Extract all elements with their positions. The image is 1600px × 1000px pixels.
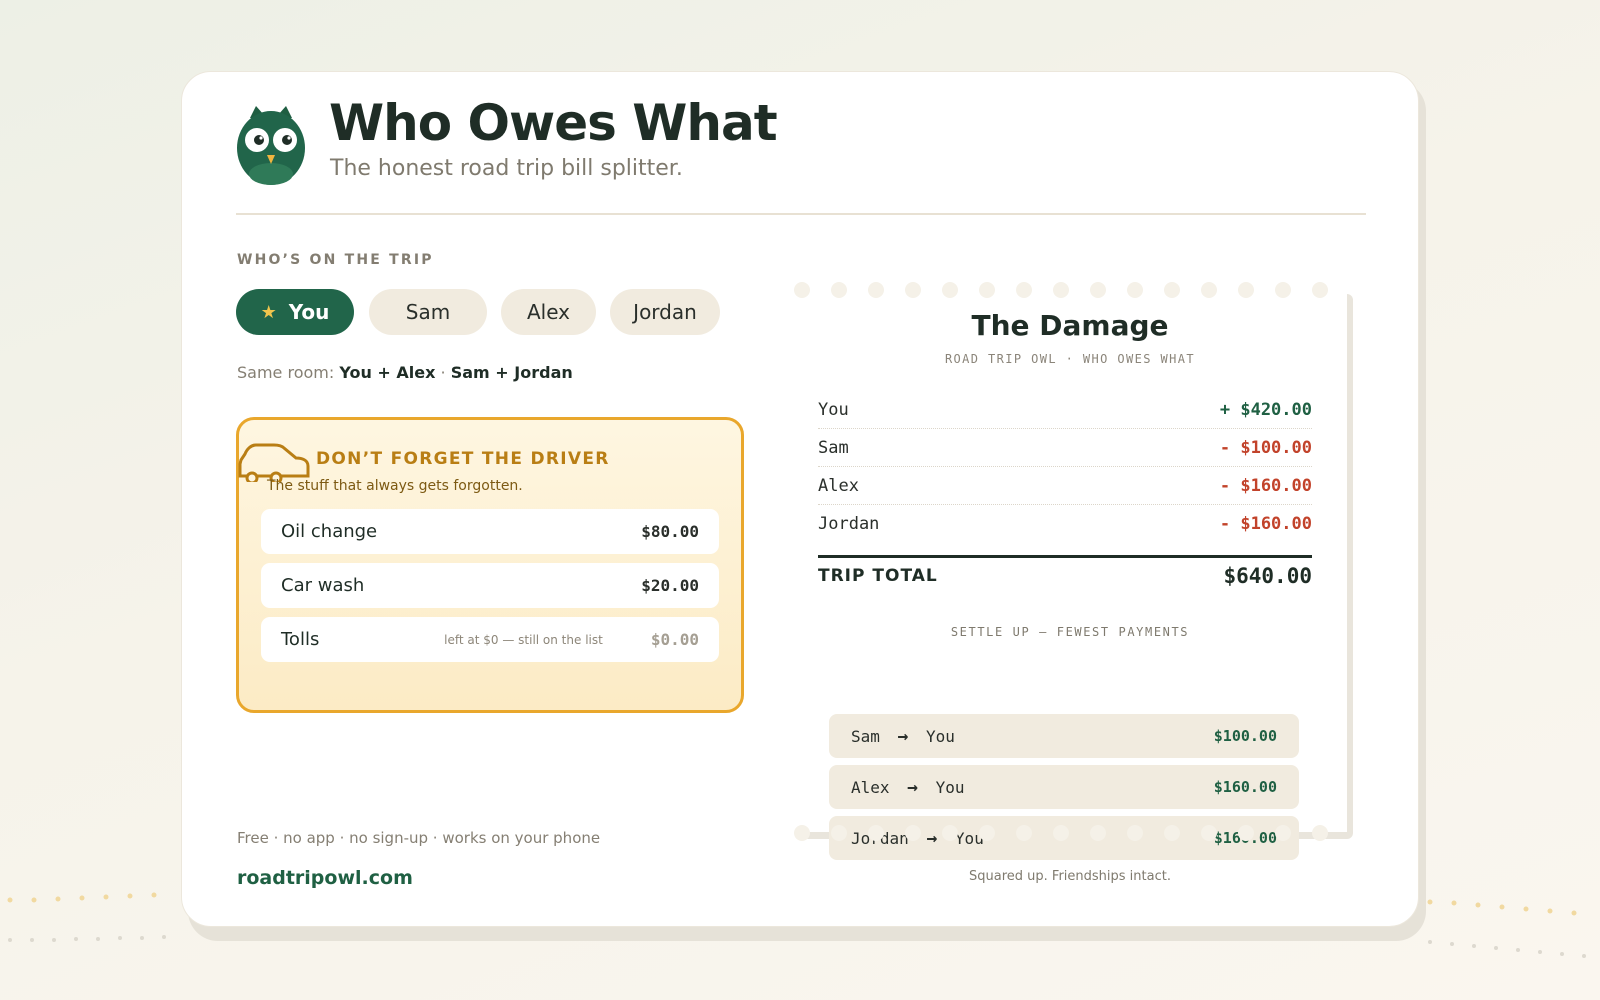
- item-amount[interactable]: $20.00: [641, 576, 699, 595]
- person-chip-label: Sam: [405, 300, 451, 324]
- payment-parties: Sam → You: [851, 726, 955, 747]
- payment-amount: $160.00: [1213, 778, 1277, 796]
- arrow-right-icon: →: [907, 776, 919, 798]
- star-icon: ★: [260, 301, 277, 323]
- receipt-subtitle: ROAD TRIP OWL · WHO OWES WHAT: [944, 352, 1196, 366]
- receipt-bottom-edge: [794, 825, 1328, 841]
- same-room-line: Same room: You + Alex · Sam + Jordan: [237, 363, 573, 382]
- item-name: Tolls: [281, 629, 320, 650]
- trip-total-row: TRIP TOTAL $640.00: [818, 564, 1312, 588]
- payment-from: Sam: [851, 726, 880, 746]
- person-chip-you[interactable]: ★ You: [236, 289, 354, 335]
- item-name: Car wash: [281, 575, 365, 596]
- room-pair: Sam + Jordan: [450, 363, 573, 382]
- person-chip-label: Alex: [526, 300, 571, 324]
- balance-name: Jordan: [818, 514, 880, 534]
- settle-up-label: SETTLE UP — FEWEST PAYMENTS: [950, 625, 1190, 639]
- item-amount[interactable]: $0.00: [651, 630, 699, 649]
- car-icon: [238, 443, 310, 482]
- driver-item-oil-change[interactable]: Oil change $80.00: [261, 509, 719, 554]
- room-separator: ·: [440, 363, 446, 382]
- payment-amount: $100.00: [1213, 727, 1277, 745]
- balance-name: Sam: [818, 437, 849, 458]
- balance-row-alex: Alex - $160.00: [818, 467, 1312, 505]
- payment-row-sam[interactable]: Sam → You $100.00: [829, 714, 1299, 758]
- trip-section-label: WHO’S ON THE TRIP: [237, 252, 434, 268]
- driver-item-car-wash[interactable]: Car wash $20.00: [261, 563, 719, 608]
- person-chip-label: You: [288, 300, 330, 324]
- driver-costs-panel: DON’T FORGET THE DRIVER The stuff that a…: [236, 417, 744, 713]
- person-chip-jordan[interactable]: Jordan: [610, 289, 720, 335]
- page-subtitle: The honest road trip bill splitter.: [330, 156, 683, 181]
- driver-item-tolls[interactable]: Tolls left at $0 — still on the list $0.…: [261, 617, 719, 662]
- receipt-panel: The Damage ROAD TRIP OWL · WHO OWES WHAT…: [793, 282, 1347, 884]
- payment-row-alex[interactable]: Alex → You $160.00: [829, 765, 1299, 809]
- item-amount[interactable]: $80.00: [641, 522, 699, 541]
- balance-amount: - $160.00: [1219, 475, 1312, 496]
- driver-panel-title: DON’T FORGET THE DRIVER: [316, 449, 610, 469]
- arrow-right-icon: →: [897, 725, 909, 747]
- payment-from: Alex: [851, 777, 890, 797]
- balance-name: You: [818, 399, 849, 420]
- website-link[interactable]: roadtripowl.com: [237, 867, 413, 889]
- balance-row-jordan: Jordan - $160.00: [818, 505, 1312, 543]
- header-divider: [236, 213, 1366, 215]
- balance-name: Alex: [818, 475, 859, 496]
- owl-icon: [237, 106, 305, 185]
- balance-amount: + $420.00: [1219, 399, 1312, 420]
- item-name: Oil change: [281, 521, 378, 542]
- balance-amount: - $100.00: [1219, 437, 1312, 458]
- receipt-top-edge: [794, 282, 1328, 298]
- total-rule: [818, 555, 1312, 558]
- person-chip-sam[interactable]: Sam: [369, 289, 487, 335]
- person-chip-label: Jordan: [633, 300, 697, 324]
- payment-to: You: [935, 777, 965, 797]
- payment-parties: Alex → You: [851, 777, 965, 798]
- trip-total-label: TRIP TOTAL: [818, 566, 938, 586]
- person-chip-alex[interactable]: Alex: [501, 289, 596, 335]
- page-title: Who Owes What: [329, 94, 778, 152]
- payment-to: You: [926, 726, 955, 746]
- receipt-title: The Damage: [971, 309, 1169, 342]
- main-card: Who Owes What The honest road trip bill …: [181, 71, 1419, 927]
- footer-note: Free · no app · no sign-up · works on yo…: [237, 829, 601, 847]
- same-room-label: Same room:: [237, 363, 335, 382]
- balance-row-you: You + $420.00: [818, 391, 1312, 429]
- driver-panel-subtitle: The stuff that always gets forgotten.: [267, 478, 523, 494]
- balance-row-sam: Sam - $100.00: [818, 429, 1312, 467]
- balance-amount: - $160.00: [1219, 514, 1312, 534]
- item-note: left at $0 — still on the list: [444, 632, 603, 647]
- trip-total-amount: $640.00: [1223, 564, 1312, 588]
- closing-message: Squared up. Friendships intact.: [969, 869, 1171, 884]
- room-pair: You + Alex: [339, 363, 436, 382]
